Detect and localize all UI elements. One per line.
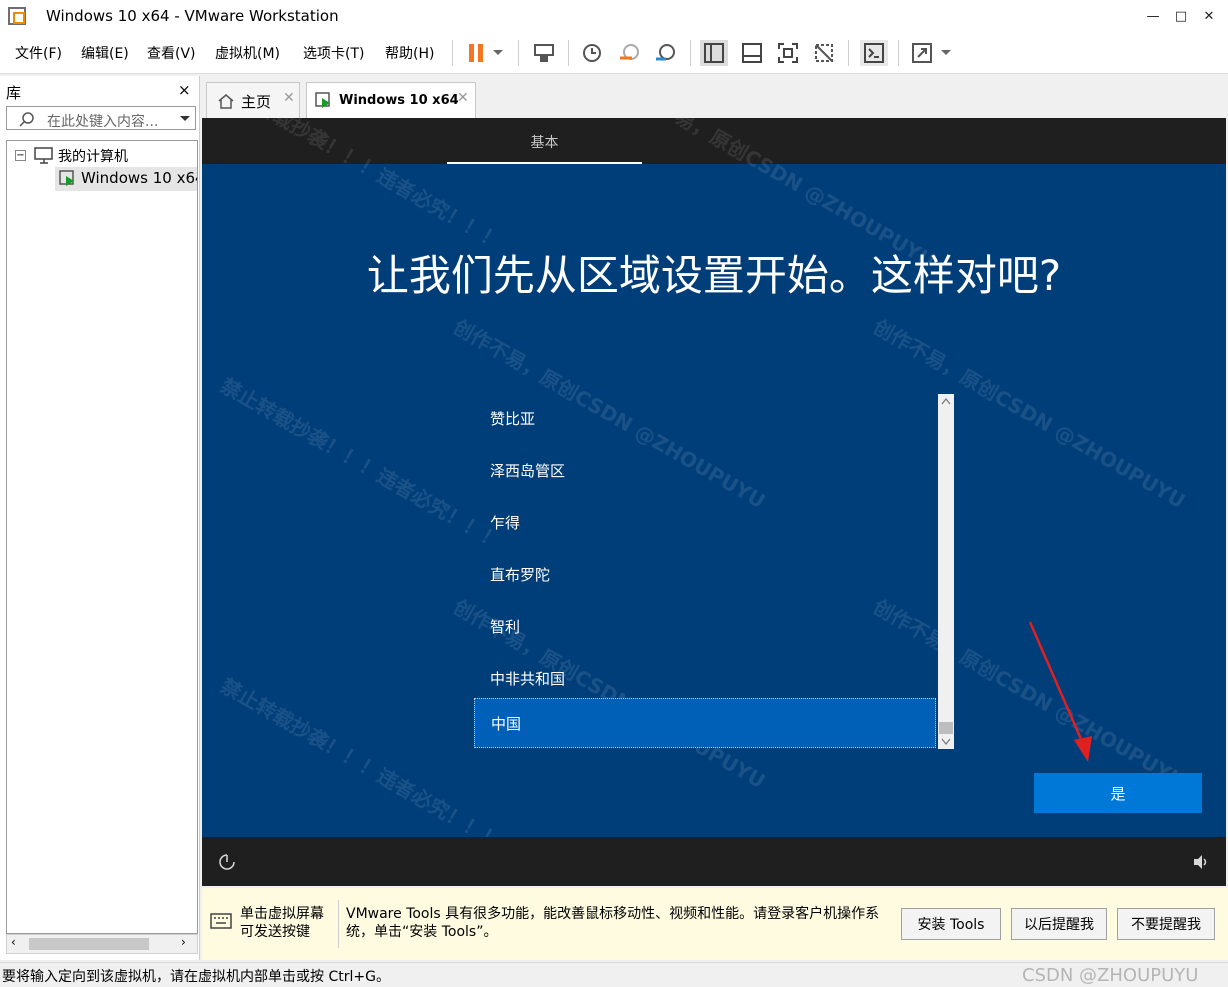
- oobe-section-tab: 基本: [530, 135, 559, 151]
- region-option[interactable]: 泽西岛管区: [474, 446, 936, 496]
- library-search-input[interactable]: 在此处键入内容...: [6, 106, 196, 130]
- menu-edit[interactable]: 编辑(E): [81, 43, 129, 63]
- snapshot-manager-icon[interactable]: [652, 40, 680, 66]
- send-ctrl-alt-del-icon[interactable]: [530, 40, 558, 66]
- vmware-logo-icon: [8, 7, 26, 25]
- region-option-selected[interactable]: 中国: [474, 698, 936, 748]
- snapshot-icon[interactable]: [578, 40, 606, 66]
- notice-hint: 单击虚拟屏幕可发送按键: [240, 906, 324, 940]
- collapse-icon[interactable]: −: [15, 150, 26, 161]
- pause-icon[interactable]: [462, 40, 490, 66]
- region-list-scrollbar[interactable]: [938, 394, 954, 749]
- revert-snapshot-icon[interactable]: [616, 40, 644, 66]
- status-text: 要将输入定向到该虚拟机，请在虚拟机内部单击或按 Ctrl+G。: [2, 969, 390, 985]
- library-panel: 库 × 在此处键入内容... − 我的计算机 Windows 10 x64 ‹ …: [0, 76, 200, 960]
- library-search-placeholder: 在此处键入内容...: [47, 114, 159, 130]
- chevron-up-icon[interactable]: [941, 398, 951, 405]
- tree-item-vm-label: Windows 10 x64: [81, 169, 198, 187]
- oobe-section-underline: [447, 162, 642, 164]
- tree-item-vm[interactable]: Windows 10 x64: [55, 167, 198, 191]
- yes-button[interactable]: 是: [1034, 773, 1202, 813]
- title-bar: Windows 10 x64 - VMware Workstation — □ …: [0, 0, 1228, 32]
- toolbar-separator: [568, 40, 569, 66]
- menu-bar: 文件(F) 编辑(E) 查看(V) 虚拟机(M) 选项卡(T) 帮助(H): [0, 32, 1228, 74]
- keyboard-icon: [210, 913, 232, 929]
- region-list[interactable]: 赞比亚 泽西岛管区 乍得 直布罗陀 智利 中非共和国 中国: [474, 394, 954, 749]
- region-option[interactable]: 智利: [474, 602, 936, 652]
- unity-icon[interactable]: [810, 40, 838, 66]
- home-icon: [218, 94, 234, 109]
- window-title: Windows 10 x64 - VMware Workstation: [46, 7, 339, 25]
- vm-icon: [315, 92, 330, 108]
- chevron-down-icon[interactable]: [936, 40, 956, 66]
- scroll-right-icon[interactable]: ›: [181, 935, 186, 949]
- tree-item-my-computer[interactable]: 我的计算机: [58, 146, 128, 166]
- dont-remind-button[interactable]: 不要提醒我: [1117, 908, 1215, 940]
- watermark-text: 禁止转载抄袭！！！违者必究！！！: [216, 373, 506, 555]
- tab-home-label: 主页: [241, 93, 272, 111]
- red-arrow-annotation: [1028, 621, 1092, 762]
- menu-file[interactable]: 文件(F): [15, 43, 62, 63]
- watermark-text: 禁止转载抄袭！！！违者必究！！！: [216, 673, 506, 855]
- status-bar: 要将输入定向到该虚拟机，请在虚拟机内部单击或按 Ctrl+G。 CSDN @ZH…: [0, 962, 1228, 987]
- toolbar-separator: [518, 40, 519, 66]
- vm-screen[interactable]: 基本 禁止转载抄袭！！！违者必究！！！ 创作不易，原创CSDN @ZHOUPUY…: [202, 118, 1226, 886]
- menu-view[interactable]: 查看(V): [147, 43, 196, 63]
- tab-home[interactable]: 主页 ✕: [206, 82, 300, 118]
- region-option[interactable]: 中非共和国: [474, 654, 936, 704]
- csdn-watermark: CSDN @ZHOUPUYU: [1022, 965, 1199, 986]
- toolbar-separator: [690, 40, 691, 66]
- notice-divider: [338, 900, 339, 948]
- notice-message: VMware Tools 具有很多功能，能改善鼠标移动性、视频和性能。请登录客户…: [346, 906, 880, 940]
- vm-icon: [59, 170, 74, 186]
- maximize-button[interactable]: □: [1166, 0, 1196, 32]
- thumbnail-bar-icon[interactable]: [738, 40, 766, 66]
- library-close-button[interactable]: ×: [178, 81, 191, 99]
- toolbar-separator: [452, 40, 453, 66]
- tab-close-icon[interactable]: ✕: [457, 90, 469, 106]
- toolbar-separator: [848, 40, 849, 66]
- library-title: 库: [6, 84, 22, 102]
- oobe-bottom-bar: [202, 837, 1226, 886]
- console-icon[interactable]: [860, 40, 888, 66]
- tab-close-icon[interactable]: ✕: [283, 90, 295, 106]
- show-library-icon[interactable]: [700, 40, 728, 66]
- tab-vm-label: Windows 10 x64: [339, 93, 459, 108]
- library-horizontal-scrollbar[interactable]: ‹ ›: [6, 934, 198, 954]
- toolbar-separator: [898, 40, 899, 66]
- region-option[interactable]: 乍得: [474, 498, 936, 548]
- remind-later-button[interactable]: 以后提醒我: [1011, 908, 1107, 940]
- chevron-down-icon[interactable]: [488, 40, 508, 66]
- region-option[interactable]: 直布罗陀: [474, 550, 936, 600]
- tab-strip: 主页 ✕ Windows 10 x64 ✕: [202, 78, 1228, 119]
- library-tree: − 我的计算机 Windows 10 x64: [6, 140, 198, 934]
- search-icon: [19, 112, 34, 127]
- menu-vm[interactable]: 虚拟机(M): [215, 43, 280, 63]
- volume-icon[interactable]: [1192, 854, 1210, 870]
- full-screen-icon[interactable]: [774, 40, 802, 66]
- menu-help[interactable]: 帮助(H): [385, 43, 434, 63]
- close-button[interactable]: ✕: [1194, 0, 1224, 32]
- stretch-guest-icon[interactable]: [908, 40, 936, 66]
- accessibility-icon[interactable]: [218, 853, 236, 871]
- oobe-top-bar: 基本: [202, 118, 1226, 164]
- minimize-button[interactable]: —: [1138, 0, 1168, 32]
- scroll-left-icon[interactable]: ‹: [11, 935, 16, 949]
- vmware-tools-notice: 单击虚拟屏幕可发送按键 VMware Tools 具有很多功能，能改善鼠标移动性…: [202, 888, 1228, 960]
- scrollbar-thumb[interactable]: [939, 722, 953, 734]
- chevron-down-icon[interactable]: [941, 738, 951, 745]
- menu-tabs[interactable]: 选项卡(T): [303, 43, 364, 63]
- computer-icon: [34, 147, 53, 164]
- install-tools-button[interactable]: 安装 Tools: [901, 908, 1001, 940]
- scrollbar-thumb[interactable]: [29, 938, 149, 950]
- region-option[interactable]: 赞比亚: [474, 394, 936, 444]
- chevron-down-icon[interactable]: [179, 115, 191, 123]
- tab-vm[interactable]: Windows 10 x64 ✕: [306, 82, 476, 119]
- oobe-heading: 让我们先从区域设置开始。这样对吧?: [366, 251, 1062, 300]
